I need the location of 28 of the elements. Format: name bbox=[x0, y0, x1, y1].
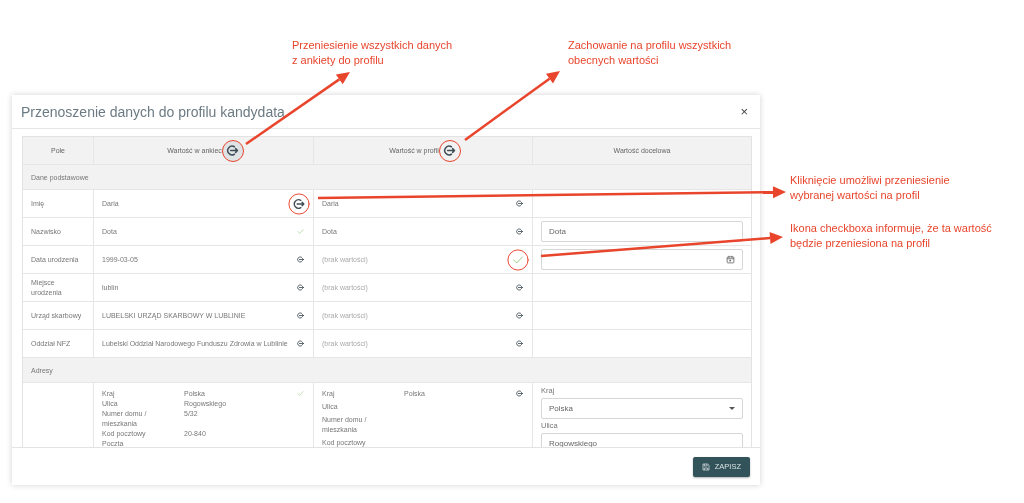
annotation-text: Ikona checkboxa informuje, że ta wartość będzie przeniesiona na profil bbox=[790, 221, 992, 251]
circled-check-icon[interactable] bbox=[507, 248, 529, 271]
input-field[interactable]: Dota bbox=[541, 221, 743, 242]
select-field[interactable]: Polska bbox=[541, 398, 743, 419]
annotation-text: Zachowanie na profilu wszystkich obecnych wartości bbox=[568, 38, 732, 68]
arrow-icon[interactable] bbox=[515, 227, 524, 236]
arrow-icon[interactable] bbox=[515, 283, 524, 292]
calendar-icon[interactable] bbox=[726, 255, 735, 264]
save-icon bbox=[701, 462, 710, 471]
annotation-text: Przeniesienie wszystkich danych z ankiety do profilu bbox=[292, 38, 453, 68]
check-icon[interactable] bbox=[296, 389, 305, 398]
transfer-arrow-icon[interactable] bbox=[442, 143, 458, 158]
caret-icon bbox=[729, 407, 735, 410]
annotation-text: Kliknięcie umożliwi przeniesienie wybranej wartości na profil bbox=[790, 173, 950, 203]
check-icon[interactable] bbox=[296, 227, 305, 236]
date-field[interactable] bbox=[541, 249, 743, 270]
close-button[interactable]: × bbox=[740, 104, 748, 119]
arrow-icon[interactable] bbox=[296, 283, 305, 292]
dialog-title: Przenoszenie danych do profilu kandydata bbox=[21, 103, 285, 120]
arrow-icon[interactable] bbox=[515, 199, 524, 208]
arrow-icon[interactable] bbox=[515, 311, 524, 320]
arrow-icon[interactable] bbox=[515, 339, 524, 348]
transfer-arrow-icon[interactable] bbox=[515, 389, 524, 398]
input-field[interactable]: Rogowskiego bbox=[541, 433, 743, 447]
arrow-icon[interactable] bbox=[296, 311, 305, 320]
arrow-icon[interactable] bbox=[296, 255, 305, 264]
arrow-icon[interactable] bbox=[296, 339, 305, 348]
transfer-arrow-icon[interactable] bbox=[225, 143, 241, 158]
